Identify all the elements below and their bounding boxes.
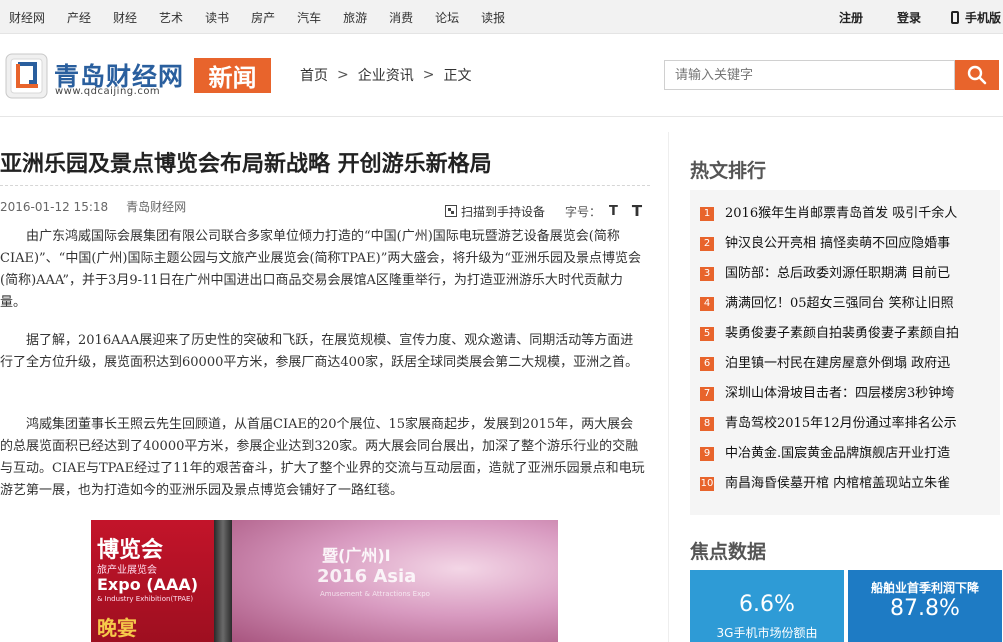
top-nav-item[interactable]: 消费 — [389, 9, 413, 26]
photo-text: Expo (AAA) — [97, 575, 199, 594]
article-photo: 博览会 旅产业展览会 Expo (AAA) & Industry Exhibit… — [91, 520, 558, 642]
photo-text: Amusement & Attractions Expo — [320, 590, 430, 598]
top-nav: 财经网 产经 财经 艺术 读书 房产 汽车 旅游 消费 论坛 读报 — [0, 0, 518, 34]
qr-code-icon[interactable] — [445, 205, 457, 217]
font-size-label: 字号： — [565, 204, 602, 219]
top-nav-item[interactable]: 读报 — [481, 9, 505, 26]
font-large-button[interactable]: T — [632, 202, 642, 220]
mobile-version-label: 手机版 — [964, 10, 1001, 25]
top-nav-item[interactable]: 财经 — [113, 9, 137, 26]
breadcrumb: 首页 > 企业资讯 > 正文 — [300, 65, 471, 85]
photo-text: 晚宴 — [97, 616, 137, 640]
article-paragraph: 由广东鸿威国际会展集团有限公司联合多家单位倾力打造的“中国(广州)国际电玩暨游艺… — [0, 229, 642, 310]
hot-article-item[interactable]: 5 裴勇俊妻子素颜自拍裴勇俊妻子素颜自拍 — [700, 322, 993, 352]
photo-pillar — [214, 520, 232, 642]
logo-icon[interactable] — [5, 53, 48, 99]
rank-badge: 8 — [700, 417, 714, 431]
title-divider — [0, 185, 650, 186]
focus-data-value: 6.6% — [739, 592, 795, 617]
photo-text: 暨(广州)I — [322, 546, 391, 565]
logo-url: www.qdcaijing.com — [55, 86, 161, 97]
focus-data-title: 焦点数据 — [690, 541, 767, 563]
article-paragraph: 鸿威集团董事长王照云先生回顾道，从首届CIAE的20个展位、15家展商起步，发展… — [0, 417, 645, 498]
breadcrumb-category[interactable]: 企业资讯 — [358, 65, 414, 85]
photo-text: 博览会 — [97, 538, 164, 563]
rank-badge: 5 — [700, 327, 714, 341]
font-small-button[interactable]: T — [609, 204, 618, 219]
photo-text: & Industry Exhibition(TPAE) — [97, 595, 194, 603]
top-nav-item[interactable]: 产经 — [67, 9, 91, 26]
hot-article-item[interactable]: 3 国防部：总后政委刘源任职期满 目前已 — [700, 262, 993, 292]
top-nav-item[interactable]: 论坛 — [435, 9, 459, 26]
hot-article-link[interactable]: 南昌海昏侯墓开棺 内棺棺盖现站立朱雀 — [725, 472, 993, 496]
rank-badge: 2 — [700, 237, 714, 251]
rank-badge: 6 — [700, 357, 714, 371]
top-nav-item[interactable]: 读书 — [205, 9, 229, 26]
hot-article-item[interactable]: 4 满满回忆！05超女三强同台 笑称让旧照 — [700, 292, 993, 322]
rank-badge: 4 — [700, 297, 714, 311]
article-source[interactable]: 青岛财经网 — [126, 200, 186, 214]
chevron-right-icon: > — [337, 67, 349, 83]
hot-article-item[interactable]: 2 钟汉良公开亮相 搞怪卖萌不回应隐婚事 — [700, 232, 993, 262]
hot-article-item[interactable]: 1 2016猴年生肖邮票青岛首发 吸引千余人 — [700, 202, 993, 232]
search-input[interactable] — [664, 60, 955, 90]
article-meta: 2016-01-12 15:18 青岛财经网 — [0, 198, 186, 215]
top-bar: 财经网 产经 财经 艺术 读书 房产 汽车 旅游 消费 论坛 读报 注册 登录 … — [0, 0, 1003, 34]
focus-data-label: 3G手机市场份额由 — [716, 626, 818, 640]
login-link[interactable]: 登录 — [897, 9, 921, 26]
hot-article-link[interactable]: 中冶黄金.国宸黄金品牌旗舰店开业打造 — [725, 442, 993, 466]
hot-article-item[interactable]: 9 中冶黄金.国宸黄金品牌旗舰店开业打造 — [700, 442, 993, 472]
register-link[interactable]: 注册 — [839, 9, 863, 26]
rank-badge: 3 — [700, 267, 714, 281]
photo-text: 2016 Asia — [317, 566, 417, 587]
hot-article-item[interactable]: 10 南昌海昏侯墓开棺 内棺棺盖现站立朱雀 — [700, 472, 993, 502]
search-icon — [967, 65, 987, 85]
chevron-right-icon: > — [422, 67, 435, 83]
hot-articles-title: 热文排行 — [690, 160, 767, 182]
breadcrumb-current: 正文 — [443, 68, 472, 84]
breadcrumb-home[interactable]: 首页 — [300, 65, 328, 85]
top-nav-item[interactable]: 艺术 — [159, 9, 183, 26]
photo-text: 旅产业展览会 — [97, 565, 157, 576]
mobile-version-link[interactable]: 手机版 — [950, 9, 1001, 26]
hot-article-link[interactable]: 国防部：总后政委刘源任职期满 目前已 — [725, 262, 993, 286]
rank-badge: 7 — [700, 387, 714, 401]
hot-article-item[interactable]: 7 深圳山体滑坡目击者：四层楼房3秒钟垮 — [700, 382, 993, 412]
phone-icon — [950, 10, 959, 24]
scan-to-device-button[interactable]: 扫描到手持设备 — [461, 203, 545, 220]
sidebar-divider — [668, 132, 669, 642]
top-nav-item[interactable]: 汽车 — [297, 9, 321, 26]
hot-article-link[interactable]: 2016猴年生肖邮票青岛首发 吸引千余人 — [725, 202, 993, 226]
focus-data-card[interactable]: 6.6% 3G手机市场份额由 — [690, 570, 844, 642]
rank-badge: 10 — [700, 477, 714, 491]
hot-article-link[interactable]: 泊里镇一村民在建房屋意外倒塌 政府迅 — [725, 352, 993, 376]
search-button[interactable] — [955, 60, 999, 90]
article-tools: 扫描到手持设备 字号： T T — [445, 202, 642, 220]
account-links: 注册 登录 手机版 — [839, 0, 1003, 34]
focus-data-value: 87.8% — [890, 596, 960, 621]
top-nav-item[interactable]: 财经网 — [9, 9, 45, 26]
hot-articles-list: 1 2016猴年生肖邮票青岛首发 吸引千余人 2 钟汉良公开亮相 搞怪卖萌不回应隐婚… — [700, 202, 993, 502]
article-title: 亚洲乐园及景点博览会布局新战略 开创游乐新格局 — [0, 152, 492, 177]
hot-article-link[interactable]: 满满回忆！05超女三强同台 笑称让旧照 — [725, 292, 993, 316]
hot-article-link[interactable]: 裴勇俊妻子素颜自拍裴勇俊妻子素颜自拍 — [725, 322, 993, 346]
top-nav-item[interactable]: 旅游 — [343, 9, 367, 26]
site-header: 青岛财经网 www.qdcaijing.com 新闻 首页 > 企业资讯 > 正… — [0, 35, 1003, 117]
top-nav-item[interactable]: 房产 — [251, 9, 275, 26]
hot-article-link[interactable]: 青岛驾校2015年12月份通过率排名公示 — [725, 412, 993, 436]
hot-article-link[interactable]: 深圳山体滑坡目击者：四层楼房3秒钟垮 — [725, 382, 993, 406]
article-paragraph: 据了解，2016AAA展迎来了历史性的突破和飞跃，在展览规模、宣传力度、观众邀请… — [0, 333, 639, 370]
hot-article-link[interactable]: 钟汉良公开亮相 搞怪卖萌不回应隐婚事 — [725, 232, 993, 256]
hot-article-item[interactable]: 8 青岛驾校2015年12月份通过率排名公示 — [700, 412, 993, 442]
section-tag: 新闻 — [194, 58, 271, 93]
rank-badge: 9 — [700, 447, 714, 461]
publish-date: 2016-01-12 15:18 — [0, 200, 109, 214]
focus-data-label: 船舶业首季利润下降 — [870, 581, 979, 595]
focus-data-card[interactable]: 船舶业首季利润下降 87.8% — [848, 570, 1002, 642]
rank-badge: 1 — [700, 207, 714, 221]
hot-article-item[interactable]: 6 泊里镇一村民在建房屋意外倒塌 政府迅 — [700, 352, 993, 382]
